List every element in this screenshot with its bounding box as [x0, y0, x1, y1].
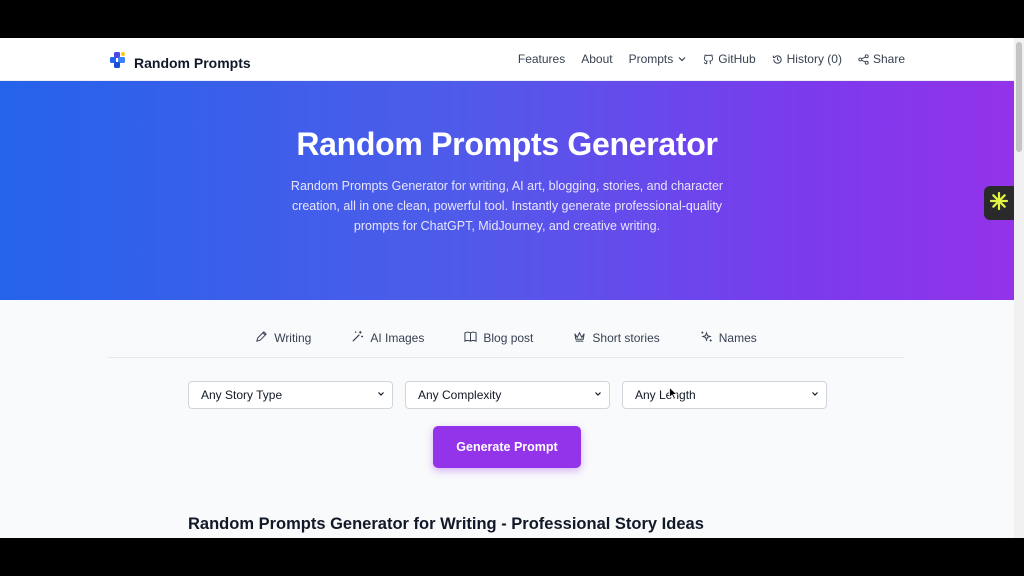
browser-viewport: Random Prompts Features About Prompts Gi…: [0, 38, 1014, 538]
nav-github-label: GitHub: [718, 52, 756, 66]
tab-blog-post[interactable]: Blog post: [464, 328, 533, 348]
share-icon: [858, 53, 869, 65]
tab-short-stories[interactable]: Short stories: [573, 328, 660, 348]
pen-icon: [255, 330, 268, 346]
book-icon: [464, 330, 477, 346]
tab-blog-post-label: Blog post: [483, 331, 534, 345]
sparkles-icon: [700, 330, 713, 346]
tab-writing[interactable]: Writing: [255, 328, 311, 348]
chevron-down-icon: [593, 388, 603, 402]
nav-prompts-label: Prompts: [628, 52, 674, 66]
brand-logo[interactable]: Random Prompts: [108, 50, 251, 75]
story-type-select[interactable]: Any Story Type: [188, 381, 393, 409]
chevron-down-icon: [810, 388, 820, 402]
brand-name: Random Prompts: [134, 54, 251, 71]
asterisk-icon: [989, 191, 1009, 216]
hero-title: Random Prompts Generator: [296, 126, 718, 162]
hero-description: Random Prompts Generator for writing, AI…: [290, 179, 724, 233]
mouse-cursor-icon: [669, 386, 679, 405]
nav-about[interactable]: About: [581, 52, 612, 66]
floating-widget-button[interactable]: [984, 186, 1014, 220]
nav-features[interactable]: Features: [518, 52, 565, 66]
chevron-down-icon: [376, 388, 386, 402]
history-icon: [772, 54, 783, 65]
complexity-value: Any Complexity: [418, 388, 502, 402]
top-letterbox: [0, 0, 1024, 38]
tab-names[interactable]: Names: [700, 328, 757, 348]
nav-prompts-dropdown[interactable]: Prompts: [629, 52, 688, 66]
navbar: Random Prompts Features About Prompts Gi…: [0, 38, 1014, 81]
complexity-select[interactable]: Any Complexity: [405, 381, 610, 409]
tab-ai-images[interactable]: AI Images: [351, 328, 424, 348]
nav-share[interactable]: Share: [858, 52, 905, 66]
story-type-value: Any Story Type: [201, 388, 283, 402]
nav-history[interactable]: History (0): [772, 52, 842, 66]
nav-history-label: History (0): [786, 52, 842, 66]
bottom-letterbox: [0, 538, 1024, 576]
category-tabs: Writing AI Images Blog post Short storie…: [108, 328, 904, 358]
scrollbar-thumb[interactable]: [1016, 42, 1022, 152]
hero-banner: Random Prompts Generator Random Prompts …: [0, 81, 1014, 300]
section-heading: Random Prompts Generator for Writing - P…: [188, 515, 704, 533]
tab-ai-images-label: AI Images: [370, 331, 425, 345]
tab-short-stories-label: Short stories: [592, 331, 660, 345]
magic-wand-icon: [351, 330, 364, 346]
chevron-down-icon: [677, 54, 687, 64]
tab-writing-label: Writing: [274, 331, 312, 345]
nav-share-label: Share: [872, 52, 905, 66]
page-scrollbar[interactable]: [1014, 38, 1024, 538]
generate-prompt-button[interactable]: Generate Prompt: [433, 426, 581, 468]
nav-links: Features About Prompts GitHub History (0…: [518, 52, 905, 66]
nav-github[interactable]: GitHub: [703, 52, 756, 66]
filter-selects: Any Story Type Any Complexity Any Length: [188, 381, 827, 409]
crown-icon: [573, 330, 586, 346]
github-icon: [703, 53, 714, 65]
length-value: Any Length: [635, 388, 696, 402]
length-select[interactable]: Any Length: [622, 381, 827, 409]
puzzle-icon: [108, 50, 128, 75]
tab-names-label: Names: [718, 331, 757, 345]
